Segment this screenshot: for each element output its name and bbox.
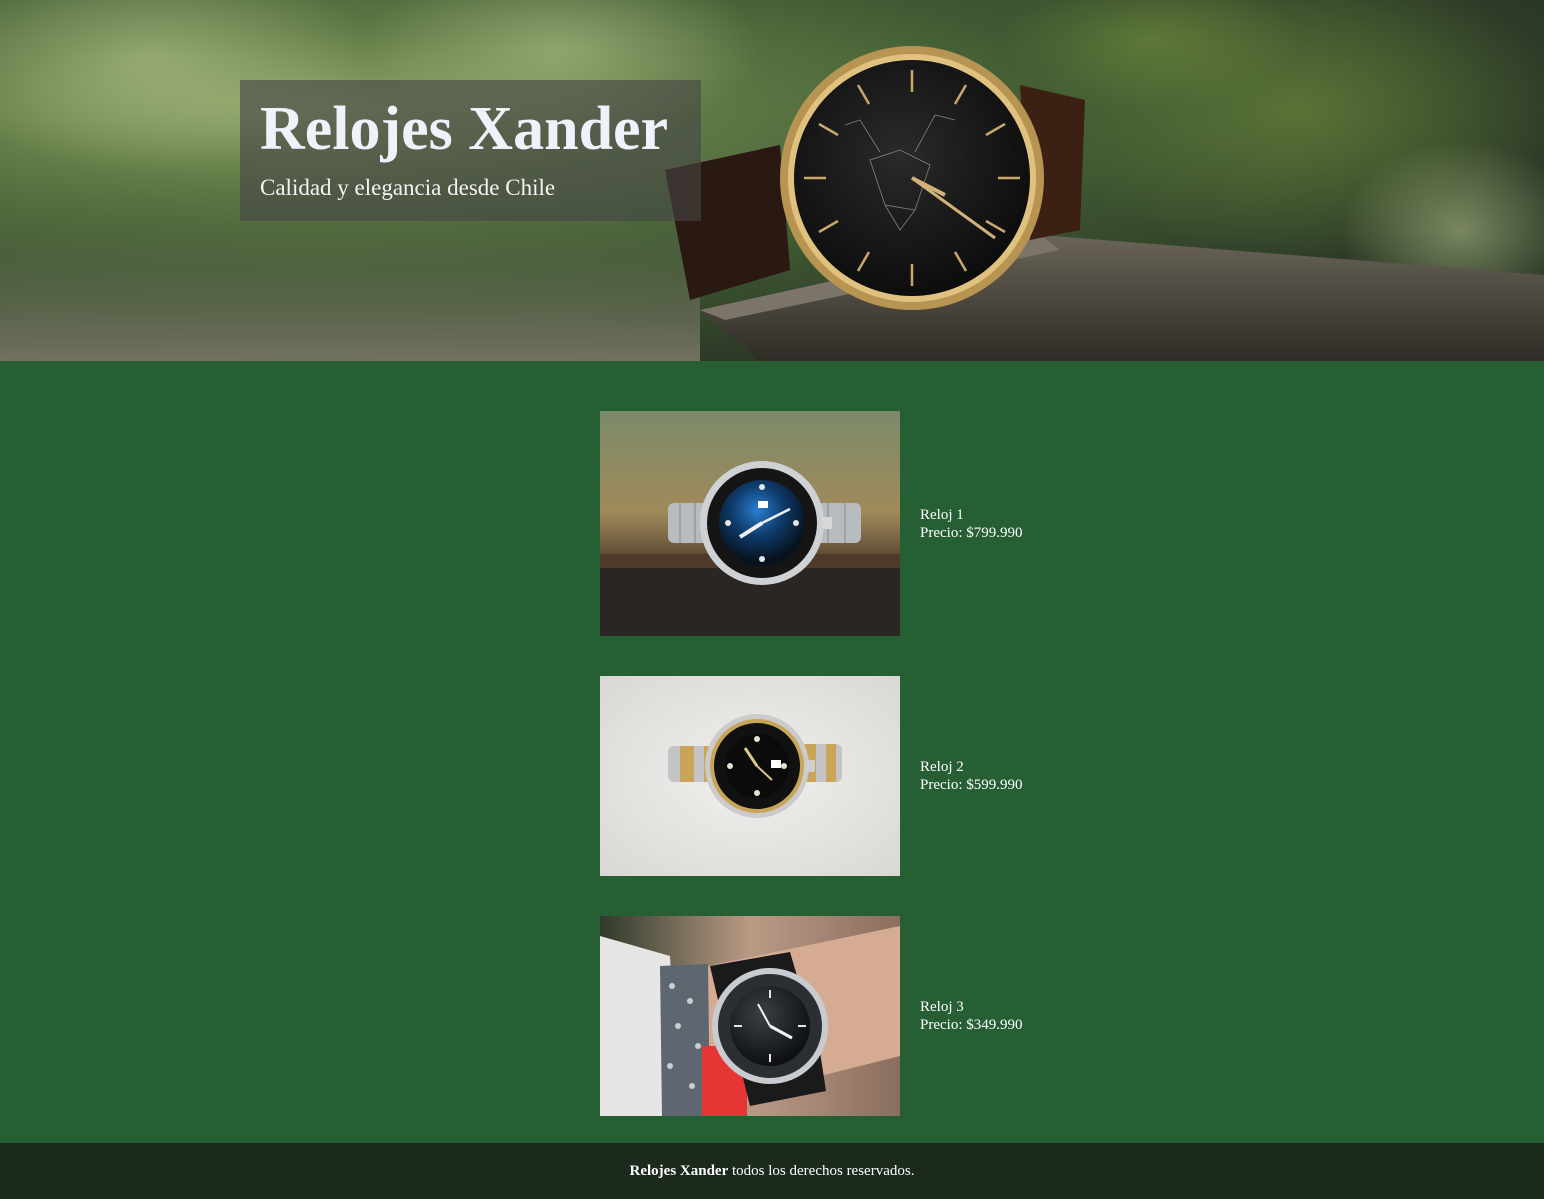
- two-tone-watch-photo[interactable]: [600, 676, 900, 876]
- hero-banner: Relojes Xander Calidad y elegancia desde…: [0, 0, 1544, 361]
- product-price: Precio: $599.990: [920, 777, 1023, 793]
- wrist-watch-photo[interactable]: [600, 916, 900, 1116]
- product-item-2[interactable]: Reloj 2 Precio: $599.990: [600, 676, 1023, 876]
- product-name: Reloj 1: [920, 506, 964, 523]
- product-info: Reloj 1 Precio: $799.990: [920, 506, 1023, 542]
- site-subtitle: Calidad y elegancia desde Chile: [260, 175, 556, 200]
- title-overlay: Relojes Xander Calidad y elegancia desde…: [240, 80, 701, 221]
- product-name: Reloj 2: [920, 759, 964, 775]
- product-info: Reloj 2 Precio: $599.990: [920, 758, 1023, 794]
- wristwatch-hero-photo: [0, 0, 1544, 361]
- site-title: Relojes Xander: [260, 95, 669, 163]
- product-info: Reloj 3 Precio: $349.990: [920, 998, 1023, 1034]
- product-item-3[interactable]: Reloj 3 Precio: $349.990: [600, 916, 1023, 1116]
- product-name: Reloj 3: [920, 999, 964, 1015]
- site-footer: Relojes Xander todos los derechos reserv…: [0, 1143, 1544, 1199]
- product-price: Precio: $799.990: [920, 524, 1023, 541]
- footer-copyright: todos los derechos reservados.: [728, 1162, 915, 1179]
- footer-text: Relojes Xander todos los derechos reserv…: [630, 1163, 915, 1180]
- product-price: Precio: $349.990: [920, 1017, 1023, 1033]
- product-item-1[interactable]: Reloj 1 Precio: $799.990: [600, 411, 1023, 636]
- footer-brand: Relojes Xander: [629, 1162, 729, 1179]
- diver-watch-blue-photo[interactable]: [600, 411, 900, 636]
